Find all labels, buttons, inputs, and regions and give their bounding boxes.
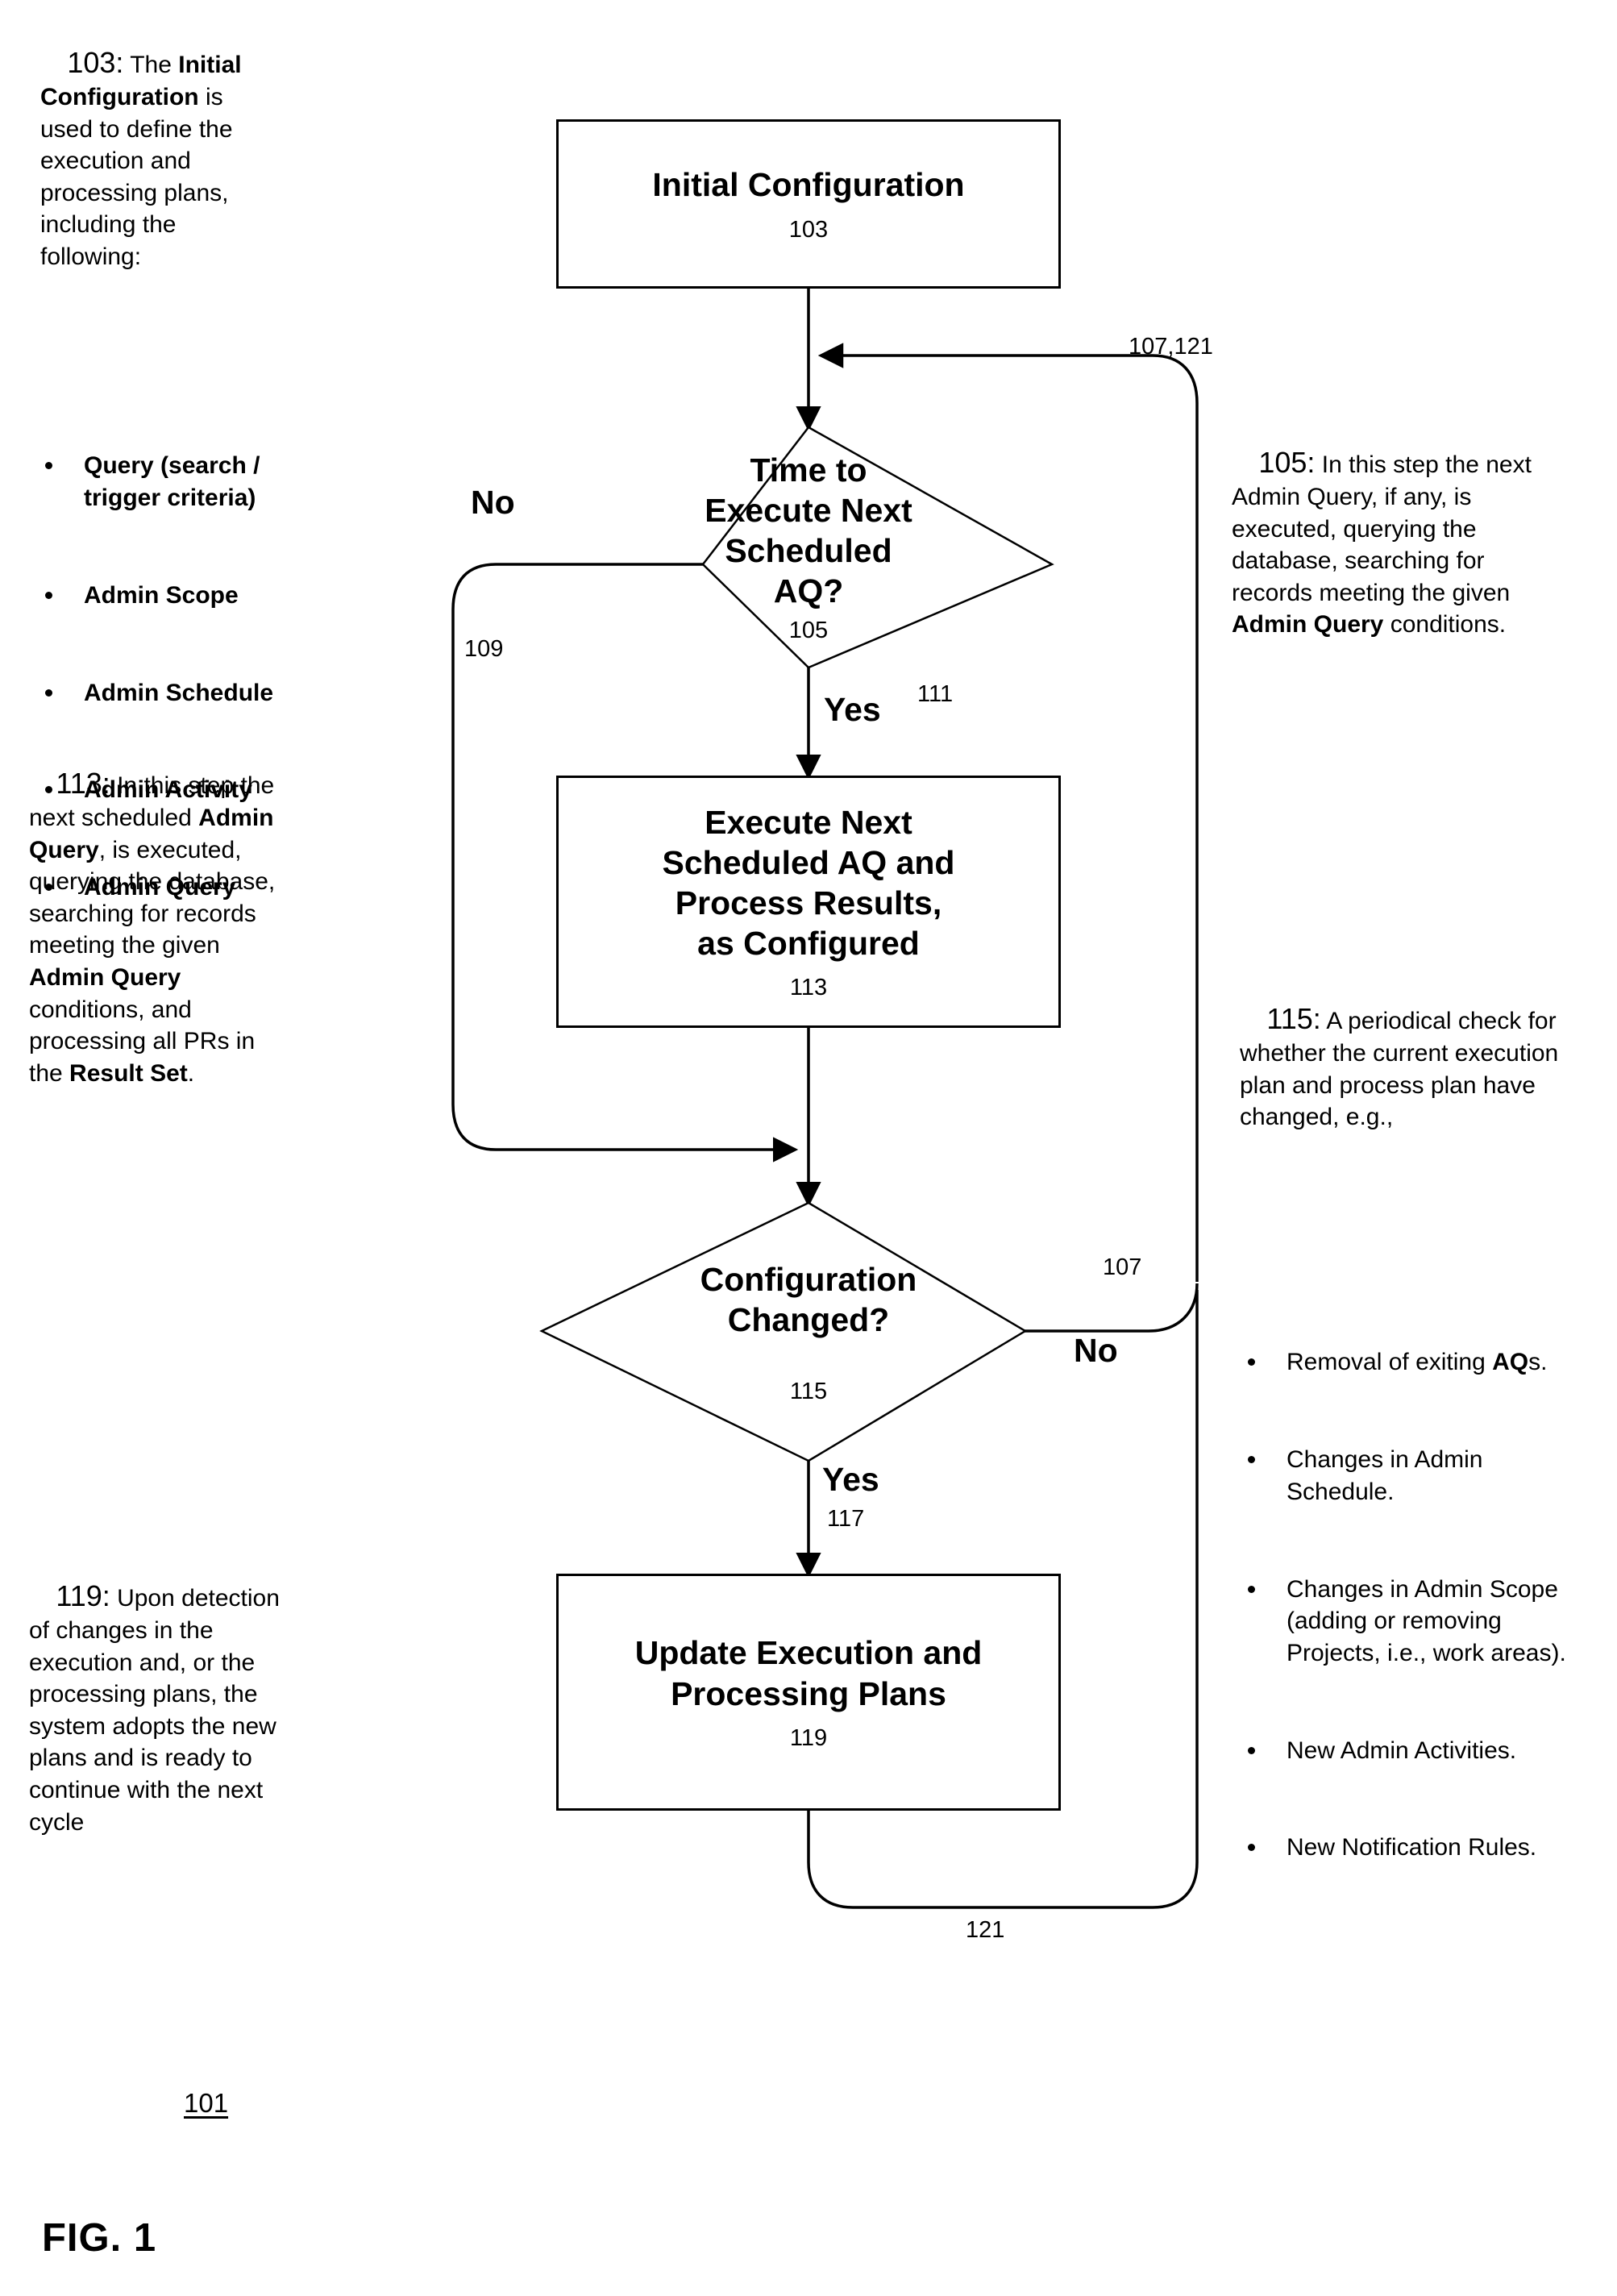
node-update-plans-ref: 119 <box>789 1724 828 1751</box>
edge-ref-117: 117 <box>827 1506 865 1532</box>
annotation-105: 105: In this step the next Admin Query, … <box>1232 411 1554 673</box>
annotation-105-seg-2: conditions. <box>1383 611 1507 638</box>
list-item: Changes in Admin Scope (adding or removi… <box>1227 1574 1573 1670</box>
edge-ref-107-121: 107,121 <box>1129 334 1213 360</box>
annotation-103-body-after: is used to define the execution and proc… <box>40 84 239 271</box>
node-update-plans-title: Update Execution and Processing Plans <box>634 1634 983 1712</box>
list-item: Admin Schedule <box>24 677 290 709</box>
edge-label-yes-111: Yes <box>824 691 881 728</box>
annotation-113-bold-result-set: Result Set <box>69 1059 188 1087</box>
annotation-113-ref: 113: <box>56 766 110 800</box>
annotation-113-seg-4: . <box>187 1059 195 1087</box>
node-update-plans[interactable]: Update Execution and Processing Plans 11… <box>556 1574 1061 1811</box>
annotation-115: 115: A periodical check for whether the … <box>1240 967 1561 1165</box>
list-item-bold-aq: AQ <box>1492 1349 1529 1376</box>
annotation-119-body: Upon detection of changes in the executi… <box>29 1584 287 1836</box>
edge-label-yes-117: Yes <box>822 1461 879 1498</box>
list-item: Admin Scope <box>24 580 290 612</box>
list-item: Removal of exiting AQs. <box>1227 1346 1573 1379</box>
annotation-103: 103: The Initial Configuration is used t… <box>40 11 274 305</box>
list-item-pre: Removal of exiting <box>1287 1349 1493 1376</box>
edge-label-no-109: No <box>471 484 515 521</box>
list-item: Changes in Admin Schedule. <box>1227 1444 1573 1508</box>
figure-caption: FIG. 1 <box>42 2216 157 2260</box>
figure-canvas: Initial Configuration 103 Time to Execut… <box>0 0 1617 2296</box>
annotation-113: 113: In this step the next scheduled Adm… <box>29 732 276 1121</box>
edge-ref-111: 111 <box>917 681 954 707</box>
figure-system-ref: 101 <box>184 2088 229 2118</box>
annotation-115-bullets: Removal of exiting AQs. Changes in Admin… <box>1227 1219 1573 1993</box>
annotation-119: 119: Upon detection of changes in the ex… <box>29 1545 281 1870</box>
annotation-113-bold-admin-query-2: Admin Query <box>29 964 181 992</box>
annotation-115-ref: 115: <box>1266 1001 1321 1035</box>
list-item-post: s. <box>1528 1349 1548 1376</box>
edge-ref-121: 121 <box>966 1917 1005 1943</box>
edge-ref-107: 107 <box>1103 1254 1142 1280</box>
list-item: New Admin Activities. <box>1227 1735 1573 1767</box>
node-configuration-changed-title: Configuration Changed? <box>700 1261 917 1339</box>
edge-ref-109: 109 <box>464 636 504 662</box>
annotation-103-body-before: The <box>123 51 179 78</box>
annotation-119-ref: 119: <box>56 1578 110 1612</box>
annotation-105-ref: 105: <box>1258 445 1316 479</box>
edge-label-no-107: No <box>1074 1332 1118 1369</box>
list-item: New Notification Rules. <box>1227 1832 1573 1864</box>
node-configuration-changed-ref: 115 <box>789 1379 828 1404</box>
list-item: Query (search / trigger criteria) <box>24 450 290 514</box>
annotation-105-bold-admin-query: Admin Query <box>1232 611 1384 638</box>
annotation-103-ref: 103: <box>67 45 124 79</box>
annotation-115-bullet-list: Removal of exiting AQs. Changes in Admin… <box>1227 1283 1573 1929</box>
